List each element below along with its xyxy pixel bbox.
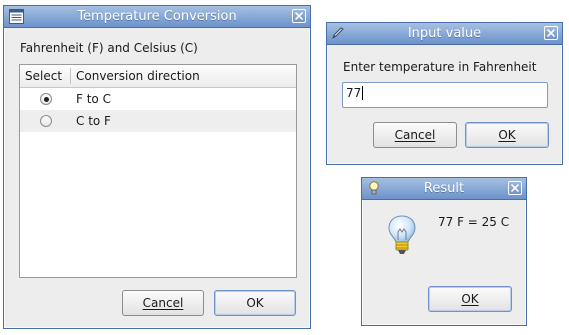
- conversion-table: Select Conversion direction F to C C to …: [19, 64, 297, 278]
- result-message: 77 F = 25 C: [438, 215, 510, 229]
- close-icon: [547, 29, 555, 37]
- title-bar[interactable]: Result: [362, 178, 526, 200]
- cancel-button[interactable]: Cancel: [122, 290, 204, 316]
- title-bar[interactable]: Temperature Conversion: [4, 6, 310, 28]
- cancel-button[interactable]: Cancel: [373, 122, 457, 148]
- ok-button-label: OK: [498, 128, 516, 142]
- ok-button[interactable]: OK: [465, 122, 549, 148]
- close-button[interactable]: [508, 181, 522, 195]
- table-row[interactable]: F to C: [20, 88, 296, 110]
- cancel-button-label: Cancel: [394, 128, 436, 142]
- row-label: F to C: [76, 92, 111, 106]
- row-label: C to F: [76, 114, 111, 128]
- column-header-direction[interactable]: Conversion direction: [76, 69, 200, 83]
- ok-button[interactable]: OK: [214, 290, 296, 316]
- cancel-button-label: Cancel: [142, 296, 184, 310]
- text-caret: [362, 86, 364, 100]
- column-divider: [70, 68, 71, 84]
- column-header-select[interactable]: Select: [25, 69, 62, 83]
- window-title: Temperature Conversion: [77, 9, 237, 24]
- close-icon: [295, 12, 303, 20]
- ok-button-label: OK: [246, 296, 264, 310]
- window-title: Result: [423, 181, 465, 196]
- close-button[interactable]: [292, 9, 306, 23]
- close-icon: [511, 184, 519, 192]
- result-window: Result 77 F = 25 C OK: [361, 177, 527, 326]
- temperature-conversion-window: Temperature Conversion Fahrenheit (F) an…: [3, 5, 311, 329]
- lightbulb-icon: [386, 214, 418, 261]
- input-value: 77: [346, 86, 362, 100]
- table-row[interactable]: C to F: [20, 110, 296, 132]
- close-button[interactable]: [544, 26, 558, 40]
- input-value-window: Input value Enter temperature in Fahrenh…: [326, 22, 563, 165]
- ok-button[interactable]: OK: [428, 286, 512, 312]
- heading-label: Fahrenheit (F) and Celsius (C): [20, 41, 198, 55]
- ok-button-label: OK: [461, 292, 479, 306]
- title-bar[interactable]: Input value: [327, 23, 562, 45]
- window-title: Input value: [407, 26, 482, 41]
- prompt-label: Enter temperature in Fahrenheit: [343, 60, 537, 74]
- radio-c-to-f[interactable]: [40, 115, 52, 127]
- table-header: Select Conversion direction: [20, 65, 296, 88]
- radio-f-to-c[interactable]: [40, 93, 52, 105]
- temperature-input[interactable]: 77: [342, 82, 548, 108]
